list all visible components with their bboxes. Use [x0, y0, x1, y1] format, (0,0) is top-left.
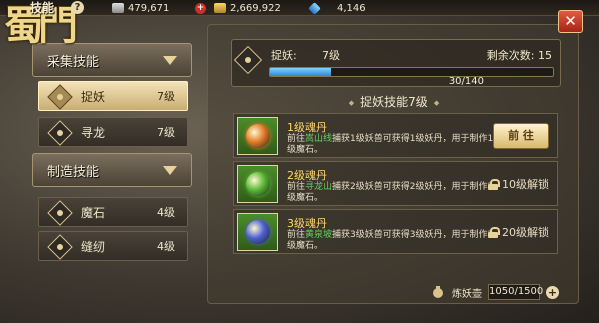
- sidebar-item-level: 4级: [157, 206, 175, 219]
- silver-value: 479,671: [128, 2, 170, 14]
- desc-prefix: 前往: [287, 230, 306, 240]
- sidebar-item-label: 寻龙: [81, 125, 106, 140]
- progress-text: 30/140: [448, 76, 484, 87]
- progress-skill-label: 捉妖:: [271, 49, 297, 62]
- add-icon[interactable]: +: [546, 285, 559, 299]
- progress-level: 7级: [322, 49, 340, 62]
- close-button[interactable]: ✕: [558, 10, 583, 33]
- desc-location[interactable]: 嵩山线: [305, 134, 332, 144]
- go-button[interactable]: 前 往: [493, 123, 549, 149]
- sidebar-item-label: 魔石: [81, 205, 106, 220]
- diamond-icon: [308, 1, 321, 15]
- unlock-requirement: 10级解锁: [488, 176, 549, 192]
- demon-pot-label: 炼妖壶: [452, 288, 482, 300]
- recipe-name: 3级魂丹: [287, 217, 327, 230]
- game-logo: 蜀門 技能 ?: [2, 0, 84, 52]
- recipe-row-3: 3级魂丹 前往黄泉坡捕获3级妖兽可获得3级妖丹，用于制作3级魔石。 20级解锁: [233, 209, 558, 254]
- chevron-down-icon: [163, 56, 177, 65]
- soul-pill-icon: [246, 124, 270, 148]
- lock-icon: [488, 226, 500, 238]
- skill-sidebar: 采集技能 捉妖 7级 寻龙 7级 制造技能 魔石 4级 缝纫 4级: [28, 35, 196, 303]
- remaining-count: 剩余次数: 15: [486, 49, 552, 62]
- soul-pill-icon: [246, 220, 270, 244]
- demon-pot-footer: 炼妖壶 1050/1500 +: [430, 283, 559, 301]
- desc-location[interactable]: 寻龙山: [305, 182, 332, 192]
- sidebar-item-level: 7级: [157, 90, 175, 103]
- help-icon[interactable]: ?: [71, 1, 84, 14]
- sidebar-item-level: 7级: [157, 126, 175, 139]
- skill-badge-icon: [47, 120, 73, 146]
- desc-prefix: 前往: [287, 182, 306, 192]
- progress-bar-fill: [270, 68, 331, 76]
- sidebar-item-label: 缝纫: [81, 239, 106, 254]
- top-resource-bar: 479,671 + 2,669,922 4,146: [0, 0, 599, 16]
- sidebar-item-level: 4级: [157, 240, 175, 253]
- gem-resource: 4,146: [308, 1, 366, 15]
- gold-value: 2,669,922: [230, 2, 281, 14]
- sidebar-item-magic-stone[interactable]: 魔石 4级: [38, 197, 188, 227]
- recipe-name: 2级魂丹: [287, 169, 327, 182]
- skill-badge-icon: [47, 200, 73, 226]
- demon-pot-icon: [430, 284, 446, 300]
- skill-badge-icon: [233, 45, 263, 75]
- desc-location[interactable]: 黄泉坡: [305, 230, 332, 240]
- sidebar-item-sewing[interactable]: 缝纫 4级: [38, 231, 188, 261]
- gold-icon: [214, 3, 226, 13]
- skill-progress-area: 捉妖: 7级 剩余次数: 15 30/140: [231, 39, 561, 87]
- recipe-description: 前往嵩山线捕获1级妖兽可获得1级妖丹，用于制作1级魔石。: [287, 134, 497, 156]
- demon-pot-value: 1050/1500: [488, 284, 543, 300]
- unlock-label: 20级解锁: [502, 226, 549, 239]
- category-label: 制造技能: [47, 164, 100, 180]
- chevron-down-icon: [163, 166, 177, 175]
- sidebar-item-dragon-seek[interactable]: 寻龙 7级: [38, 117, 188, 147]
- sidebar-item-label: 捉妖: [81, 89, 106, 104]
- recipe-name: 1级魂丹: [287, 121, 327, 134]
- recipe-item-icon: [237, 165, 278, 203]
- desc-prefix: 前往: [287, 134, 306, 144]
- skill-badge-icon: [47, 84, 73, 110]
- window-title: 技能: [30, 1, 55, 15]
- recipe-description: 前往黄泉坡捕获3级妖兽可获得3级妖丹，用于制作3级魔石。: [287, 230, 497, 252]
- soul-pill-icon: [246, 172, 270, 196]
- section-title: 捉妖技能7级: [208, 93, 580, 110]
- recipe-description: 前往寻龙山捕获2级妖兽可获得2级妖丹，用于制作2级魔石。: [287, 182, 497, 204]
- add-gold-icon[interactable]: +: [195, 2, 206, 14]
- unlock-requirement: 20级解锁: [488, 224, 549, 240]
- unlock-label: 10级解锁: [502, 178, 549, 191]
- skill-detail-panel: 捉妖: 7级 剩余次数: 15 30/140 捉妖技能7级 1级魂丹 前往嵩山线…: [207, 24, 579, 304]
- gold-add[interactable]: +: [195, 1, 206, 15]
- category-label: 采集技能: [47, 54, 100, 70]
- silver-icon: [112, 3, 124, 13]
- sidebar-item-catch-demon[interactable]: 捉妖 7级: [38, 81, 188, 111]
- recipe-row-1: 1级魂丹 前往嵩山线捕获1级妖兽可获得1级妖丹，用于制作1级魔石。 前 往: [233, 113, 558, 158]
- lock-icon: [488, 178, 500, 190]
- skill-badge-icon: [47, 234, 73, 260]
- silver-resource: 479,671: [112, 1, 169, 15]
- category-crafting[interactable]: 制造技能: [32, 153, 192, 187]
- gem-value: 4,146: [337, 2, 366, 14]
- recipe-row-2: 2级魂丹 前往寻龙山捕获2级妖兽可获得2级妖丹，用于制作2级魔石。 10级解锁: [233, 161, 558, 206]
- gold-resource: 2,669,922: [214, 1, 281, 15]
- recipe-item-icon: [237, 117, 278, 155]
- recipe-item-icon: [237, 213, 278, 251]
